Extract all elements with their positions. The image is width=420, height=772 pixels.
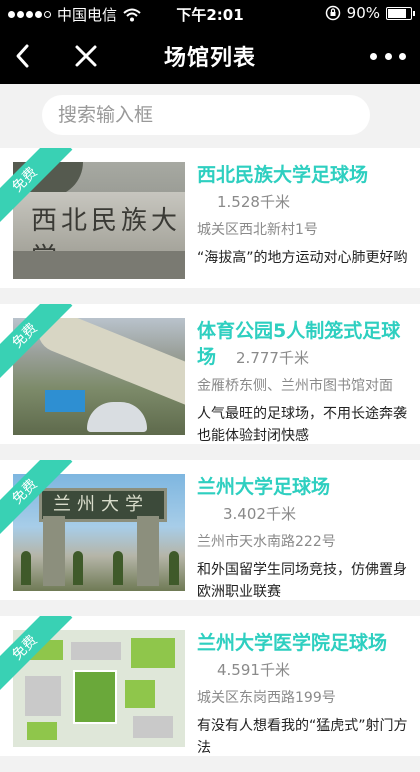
page-title: 场馆列表 bbox=[163, 46, 256, 71]
venue-list: 免费 西北民族大学 西北民族大学足球场1.528千米 城关区西北新村1号 “海拔… bbox=[0, 148, 420, 772]
venue-address: 兰州市天水南路222号 bbox=[197, 534, 336, 550]
search-input[interactable] bbox=[42, 95, 370, 135]
venue-name: 西北民族大学足球场1.528千米 bbox=[197, 164, 369, 211]
battery-icon bbox=[386, 6, 415, 20]
venue-distance: 4.591千米 bbox=[217, 661, 290, 679]
venue-info: 西北民族大学足球场1.528千米 城关区西北新村1号 “海拔高”的地方运动对心肺… bbox=[197, 162, 408, 269]
battery-percent: 90% bbox=[346, 4, 380, 22]
status-right: 90% bbox=[325, 4, 415, 22]
venue-name: 体育公园5人制笼式足球场 2.777千米 bbox=[197, 320, 401, 368]
search-bar bbox=[0, 84, 420, 148]
venue-card[interactable]: 免费 兰州大学医学院足球场4.591千米 城关区东岗西路199号 有没有人想看我… bbox=[0, 616, 420, 756]
venue-name: 兰州大学足球场 3.402千米 bbox=[197, 476, 331, 523]
venue-info: 兰州大学足球场 3.402千米 兰州市天水南路222号 和外国留学生同场竞技，仿佛… bbox=[197, 474, 408, 600]
rotation-lock-icon bbox=[325, 5, 340, 21]
venue-address: 城关区东岗西路199号 bbox=[197, 690, 336, 706]
venue-distance: 1.528千米 bbox=[217, 193, 290, 211]
nav-bar: 场馆列表 bbox=[0, 28, 420, 84]
venue-card[interactable]: 免费 兰州大学 兰州大学足球场 3.402千米 兰州市天水南路222号 和外国留学… bbox=[0, 460, 420, 600]
venue-distance: 3.402千米 bbox=[223, 505, 296, 523]
venue-description: 和外国留学生同场竞技，仿佛置身欧洲职业联赛 bbox=[197, 562, 407, 600]
venue-description: 有没有人想看我的“猛虎式”射门方法 bbox=[197, 718, 408, 756]
more-dots-icon[interactable] bbox=[370, 42, 406, 70]
venue-address: 城关区西北新村1号 bbox=[197, 222, 318, 238]
venue-description: “海拔高”的地方运动对心肺更好哟 bbox=[197, 250, 408, 266]
venue-distance: 2.777千米 bbox=[236, 349, 309, 367]
venue-card[interactable]: 免费 西北民族大学 西北民族大学足球场1.528千米 城关区西北新村1号 “海拔… bbox=[0, 148, 420, 288]
venue-card[interactable]: 免费 体育公园5人制笼式足球场 2.777千米 金雁桥东侧、兰州市图书馆对面 人气… bbox=[0, 304, 420, 444]
venue-description: 人气最旺的足球场，不用长途奔袭也能体验封闭快感 bbox=[197, 406, 407, 444]
venue-name: 兰州大学医学院足球场4.591千米 bbox=[197, 632, 388, 679]
venue-address: 金雁桥东侧、兰州市图书馆对面 bbox=[197, 378, 393, 394]
venue-info: 兰州大学医学院足球场4.591千米 城关区东岗西路199号 有没有人想看我的“猛… bbox=[197, 630, 408, 756]
status-bar: 中国电信 下午2:01 90% bbox=[0, 0, 420, 28]
venue-info: 体育公园5人制笼式足球场 2.777千米 金雁桥东侧、兰州市图书馆对面 人气最旺的… bbox=[197, 318, 408, 444]
